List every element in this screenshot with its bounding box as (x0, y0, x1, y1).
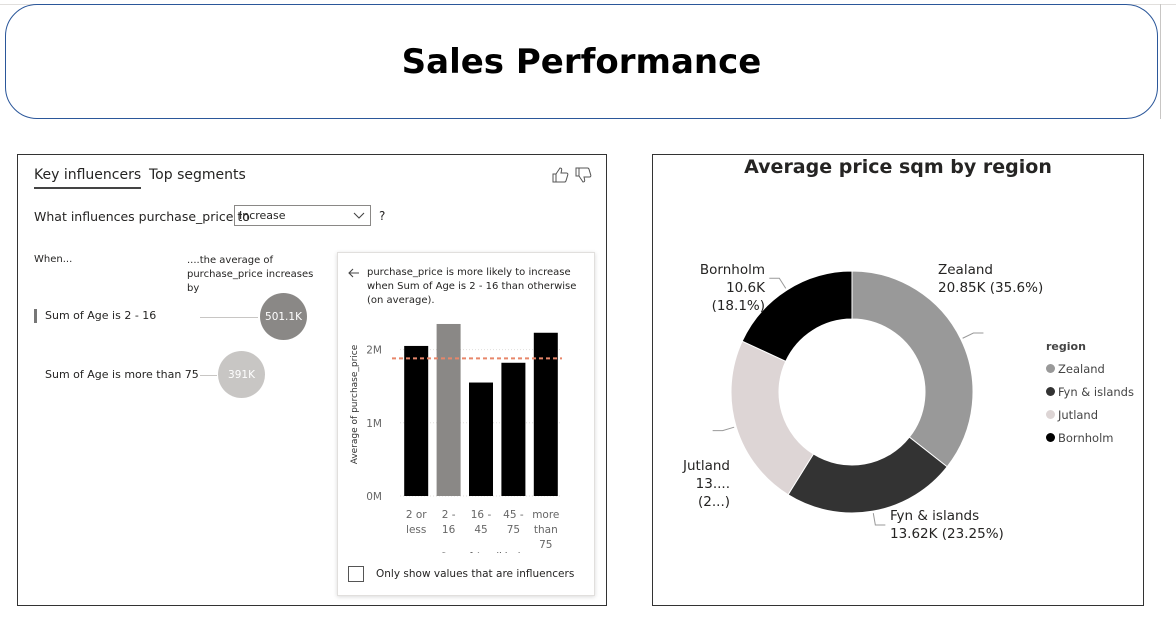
legend-label: Zealand (1058, 361, 1105, 376)
slice-label-fyn: Fyn & islands 13.62K (23.25%) (890, 507, 1004, 543)
bar (404, 345, 429, 496)
influencer-connector (200, 375, 217, 376)
slice-label-bornholm: Bornholm 10.6K (18.1%) (677, 261, 765, 315)
influencer-connector (200, 317, 258, 318)
x-tick-label: 2 or (406, 509, 427, 521)
thumbs-up-icon[interactable] (552, 167, 569, 187)
leader-line (962, 332, 984, 339)
thumbs-down-icon[interactable] (575, 167, 592, 187)
outcome-dropdown-value: Increase (239, 209, 286, 222)
influencer-label[interactable]: Sum of Age is 2 - 16 (34, 309, 156, 323)
legend-item[interactable]: Fyn & islands (1046, 380, 1134, 403)
legend-item[interactable]: Zealand (1046, 357, 1134, 380)
y-tick-label: 2M (366, 345, 382, 357)
x-tick-label: 45 (474, 524, 487, 536)
question-suffix: ? (379, 209, 386, 223)
column-header-when: When... (34, 254, 73, 265)
checkbox[interactable] (348, 566, 364, 582)
feedback-buttons (552, 167, 592, 187)
column-header-average: ....the average of purchase_price increa… (187, 255, 314, 294)
y-axis-title: Average of purchase_price (350, 344, 360, 464)
slice-label-name: Jutland (683, 458, 730, 474)
leader-line (872, 513, 886, 526)
right-scroll-edge (1160, 4, 1176, 119)
slice-label-name: Zealand (938, 262, 993, 278)
chart-legend: region Zealand Fyn & islands Jutland Bor… (1046, 340, 1134, 449)
slice-label-value: 20.85K (35.6%) (938, 280, 1044, 296)
legend-item[interactable]: Bornholm (1046, 426, 1134, 449)
influencer-bar-chart: 0M 1M 2M 2 or less 2 - 16 16 - 45 45 - 75 more than 7… (350, 323, 562, 553)
slice-label-value: 13.62K (23.25%) (890, 526, 1004, 542)
slice-label-value: 10.6K (18.1%) (711, 280, 765, 314)
x-tick-label: 16 - (471, 509, 492, 521)
tab-top-segments[interactable]: Top segments (149, 167, 246, 187)
x-tick-label: 16 (442, 524, 456, 536)
title-card: Sales Performance (5, 4, 1158, 119)
legend-label: Jutland (1058, 407, 1099, 422)
x-tick-label: 2 - (442, 509, 456, 521)
x-tick-label: 45 - (503, 509, 524, 521)
legend-label: Fyn & islands (1058, 384, 1134, 399)
legend-title: region (1046, 340, 1086, 353)
bar (501, 362, 526, 496)
outcome-dropdown[interactable]: Increase (234, 205, 371, 226)
leader-line (712, 426, 735, 432)
slice-label-name: Fyn & islands (890, 508, 980, 524)
legend-dot-icon (1046, 387, 1055, 396)
slice-fyn-islands[interactable] (787, 436, 948, 514)
influencer-value: 391K (228, 368, 255, 381)
chevron-down-icon (353, 209, 365, 224)
checkbox-label: Only show values that are influencers (376, 568, 575, 580)
legend-item[interactable]: Jutland (1046, 403, 1134, 426)
page-title: Sales Performance (401, 41, 762, 82)
legend-dot-icon (1046, 410, 1055, 419)
bar (436, 323, 461, 496)
legend-dot-icon (1046, 433, 1055, 442)
key-influencers-visual: Key influencers Top segments What influe… (17, 154, 607, 606)
influencer-detail-panel: purchase_price is more likely to increas… (337, 252, 595, 596)
influencer-bubble[interactable]: 391K (218, 351, 265, 398)
y-tick-label: 1M (366, 418, 382, 430)
x-tick-label: than (534, 524, 558, 536)
influencers-only-filter[interactable]: Only show values that are influencers (348, 566, 574, 582)
slice-label-name: Bornholm (699, 262, 765, 278)
influencer-bubble[interactable]: 501.1K (260, 293, 307, 340)
slice-zealand[interactable] (851, 270, 974, 468)
influencer-value: 501.1K (265, 310, 302, 323)
influencer-label[interactable]: Sum of Age is more than 75 (45, 368, 199, 381)
y-tick-label: 0M (366, 491, 382, 503)
x-tick-label: 75 (539, 539, 552, 551)
slice-label-zealand: Zealand 20.85K (35.6%) (938, 261, 1043, 297)
question-text: What influences purchase_price to (34, 209, 250, 224)
leader-line (769, 277, 787, 289)
slice-label-jutland: Jutland 13.... (2...) (670, 457, 730, 511)
x-tick-label: more (532, 509, 559, 521)
bar (469, 382, 493, 496)
donut-chart-visual: Average price sqm by region Zealand 20.8… (652, 154, 1144, 606)
x-tick-label: less (406, 524, 426, 536)
x-tick-label: 75 (507, 524, 520, 536)
tab-key-influencers[interactable]: Key influencers (34, 167, 142, 189)
legend-dot-icon (1046, 364, 1055, 373)
x-axis-title: Sum of Age (bins) (441, 552, 521, 553)
bar (533, 332, 558, 496)
legend-label: Bornholm (1058, 430, 1114, 445)
slice-jutland[interactable] (730, 340, 815, 496)
slice-label-value: 13.... (2...) (695, 476, 730, 510)
